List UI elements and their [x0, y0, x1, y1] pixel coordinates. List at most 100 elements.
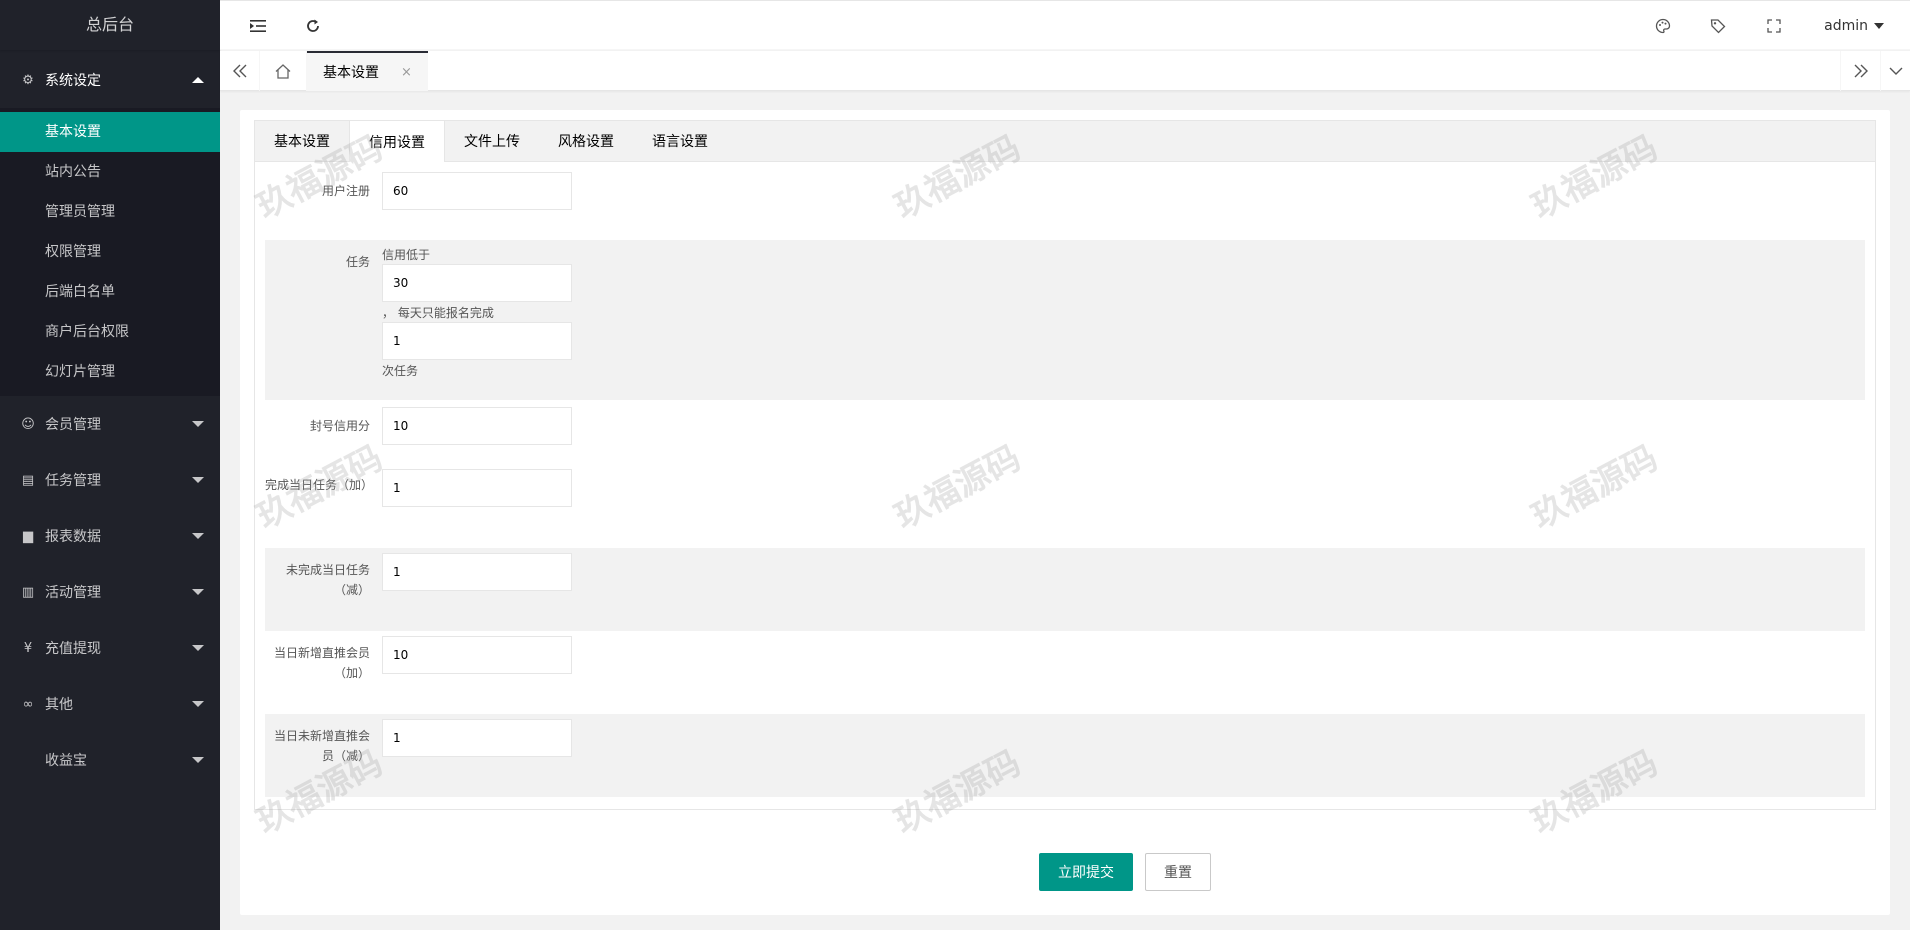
user-icon: ☺	[21, 416, 35, 432]
settings-card: 基本设置 信用设置 文件上传 风格设置 语言设置 用户注册 任务 信用低于 ， …	[240, 110, 1890, 915]
theme-button[interactable]	[1638, 1, 1688, 51]
menu-label: 收益宝	[45, 753, 87, 769]
menu-collapse-button[interactable]	[233, 1, 283, 51]
tabs-scroll-left-button[interactable]	[220, 51, 260, 91]
no-new-direct-input[interactable]	[382, 719, 572, 757]
submenu-item-announcement[interactable]: 站内公告	[0, 152, 220, 192]
refresh-icon	[307, 19, 319, 32]
new-direct-input[interactable]	[382, 636, 572, 674]
fullscreen-icon	[1767, 19, 1781, 33]
incomplete-task-input[interactable]	[382, 553, 572, 591]
no-new-direct-label: 当日未新增直推会员（减）	[273, 729, 370, 763]
submenu-item-whitelist[interactable]: 后端白名单	[0, 272, 220, 312]
tag-icon	[1710, 19, 1726, 34]
task-hint-daily: ， 每天只能报名完成	[382, 306, 494, 320]
form-row-new-direct: 当日新增直推会员（加）	[265, 631, 1865, 714]
refresh-button[interactable]	[288, 1, 338, 51]
indent-icon	[250, 20, 266, 32]
reset-button[interactable]: 重置	[1145, 853, 1211, 891]
tab-style[interactable]: 风格设置	[539, 121, 633, 161]
menu-system-settings[interactable]: ⚙ 系统设定	[0, 52, 220, 108]
menu-label: 系统设定	[45, 73, 101, 89]
admin-user-menu[interactable]: admin	[1824, 1, 1884, 51]
incomplete-task-label: 未完成当日任务（减）	[285, 563, 370, 597]
book-icon: ▥	[21, 584, 35, 600]
register-label: 用户注册	[321, 184, 370, 198]
submenu-item-admin-manage[interactable]: 管理员管理	[0, 192, 220, 232]
settings-tab-panel: 基本设置 信用设置 文件上传 风格设置 语言设置 用户注册 任务 信用低于 ， …	[254, 120, 1876, 810]
menu-task[interactable]: ▤ 任务管理	[0, 452, 220, 508]
home-icon	[275, 63, 291, 79]
fullscreen-button[interactable]	[1749, 1, 1799, 51]
task-label: 任务	[345, 255, 370, 269]
task-credit-input[interactable]	[382, 264, 572, 302]
form-row-register: 用户注册	[265, 172, 1865, 220]
double-chevron-right-icon	[1854, 64, 1868, 78]
menu-recharge[interactable]: ¥ 充值提现	[0, 620, 220, 676]
menu-label: 活动管理	[45, 585, 101, 601]
tab-credit[interactable]: 信用设置	[349, 121, 445, 162]
home-tab-button[interactable]	[260, 51, 307, 91]
submenu-system: 基本设置 站内公告 管理员管理 权限管理 后端白名单 商户后台权限 幻灯片管理	[0, 108, 220, 396]
top-header: admin	[220, 0, 1910, 50]
task-hint-credit-below: 信用低于	[382, 248, 431, 262]
tab-basic[interactable]: 基本设置	[255, 121, 349, 161]
task-hint-times: 次任务	[382, 364, 419, 378]
menu-label: 其他	[45, 697, 73, 713]
register-input[interactable]	[382, 172, 572, 210]
caret-down-icon	[1874, 23, 1884, 29]
caret-up-icon	[192, 77, 204, 83]
document-icon: ▤	[21, 472, 35, 488]
new-direct-label: 当日新增直推会员（加）	[273, 646, 370, 680]
tabs-scroll-right-button[interactable]	[1840, 51, 1880, 91]
admin-username: admin	[1824, 18, 1868, 34]
tabs-more-button[interactable]	[1880, 51, 1910, 91]
menu-spacer	[20, 752, 36, 768]
menu-report[interactable]: ▆ 报表数据	[0, 508, 220, 564]
caret-down-icon	[192, 421, 204, 427]
yen-icon: ¥	[23, 640, 33, 656]
sidebar: 总后台 ⚙ 系统设定 基本设置 站内公告 管理员管理 权限管理 后端白名单 商户…	[0, 0, 220, 930]
link-icon: ∞	[22, 696, 34, 712]
menu-other[interactable]: ∞ 其他	[0, 676, 220, 732]
caret-down-icon	[192, 645, 204, 651]
submit-button[interactable]: 立即提交	[1039, 853, 1133, 891]
form-row-ban-score: 封号信用分	[265, 407, 1865, 451]
tab-file-upload[interactable]: 文件上传	[445, 121, 539, 161]
caret-down-icon	[192, 757, 204, 763]
tab-basic-settings[interactable]: 基本设置 ×	[307, 51, 428, 91]
menu-group-system: ⚙ 系统设定 基本设置 站内公告 管理员管理 权限管理 后端白名单 商户后台权限…	[0, 52, 220, 396]
tag-button[interactable]	[1693, 1, 1743, 51]
menu-label: 会员管理	[45, 417, 101, 433]
logo[interactable]: 总后台	[0, 0, 220, 50]
complete-task-label: 完成当日任务（加）	[265, 478, 374, 492]
settings-tab-titles: 基本设置 信用设置 文件上传 风格设置 语言设置	[255, 121, 1875, 162]
chart-icon: ▆	[23, 528, 33, 544]
ban-score-input[interactable]	[382, 407, 572, 445]
form-row-no-new-direct: 当日未新增直推会员（减）	[265, 714, 1865, 797]
caret-down-icon	[192, 589, 204, 595]
submenu-item-basic-settings[interactable]: 基本设置	[0, 112, 220, 152]
chevron-down-icon	[1889, 67, 1902, 75]
gear-icon: ⚙	[22, 72, 34, 88]
menu-label: 充值提现	[45, 641, 101, 657]
form-row-task: 任务 信用低于 ， 每天只能报名完成 次任务	[265, 240, 1865, 400]
task-daily-input[interactable]	[382, 322, 572, 360]
submenu-item-permission[interactable]: 权限管理	[0, 232, 220, 272]
menu-activity[interactable]: ▥ 活动管理	[0, 564, 220, 620]
menu-label: 报表数据	[45, 529, 101, 545]
close-icon[interactable]: ×	[401, 65, 412, 80]
submenu-item-slides[interactable]: 幻灯片管理	[0, 352, 220, 392]
complete-task-input[interactable]	[382, 469, 572, 507]
submenu-item-merchant-permission[interactable]: 商户后台权限	[0, 312, 220, 352]
tab-label: 基本设置	[323, 65, 379, 81]
tab-language[interactable]: 语言设置	[633, 121, 727, 161]
caret-down-icon	[192, 477, 204, 483]
menu-yield[interactable]: 收益宝	[0, 732, 220, 788]
caret-down-icon	[192, 533, 204, 539]
form-row-incomplete-task: 未完成当日任务（减）	[265, 548, 1865, 631]
caret-down-icon	[192, 701, 204, 707]
palette-icon	[1655, 18, 1671, 34]
menu-member[interactable]: ☺ 会员管理	[0, 396, 220, 452]
double-chevron-left-icon	[232, 64, 246, 78]
